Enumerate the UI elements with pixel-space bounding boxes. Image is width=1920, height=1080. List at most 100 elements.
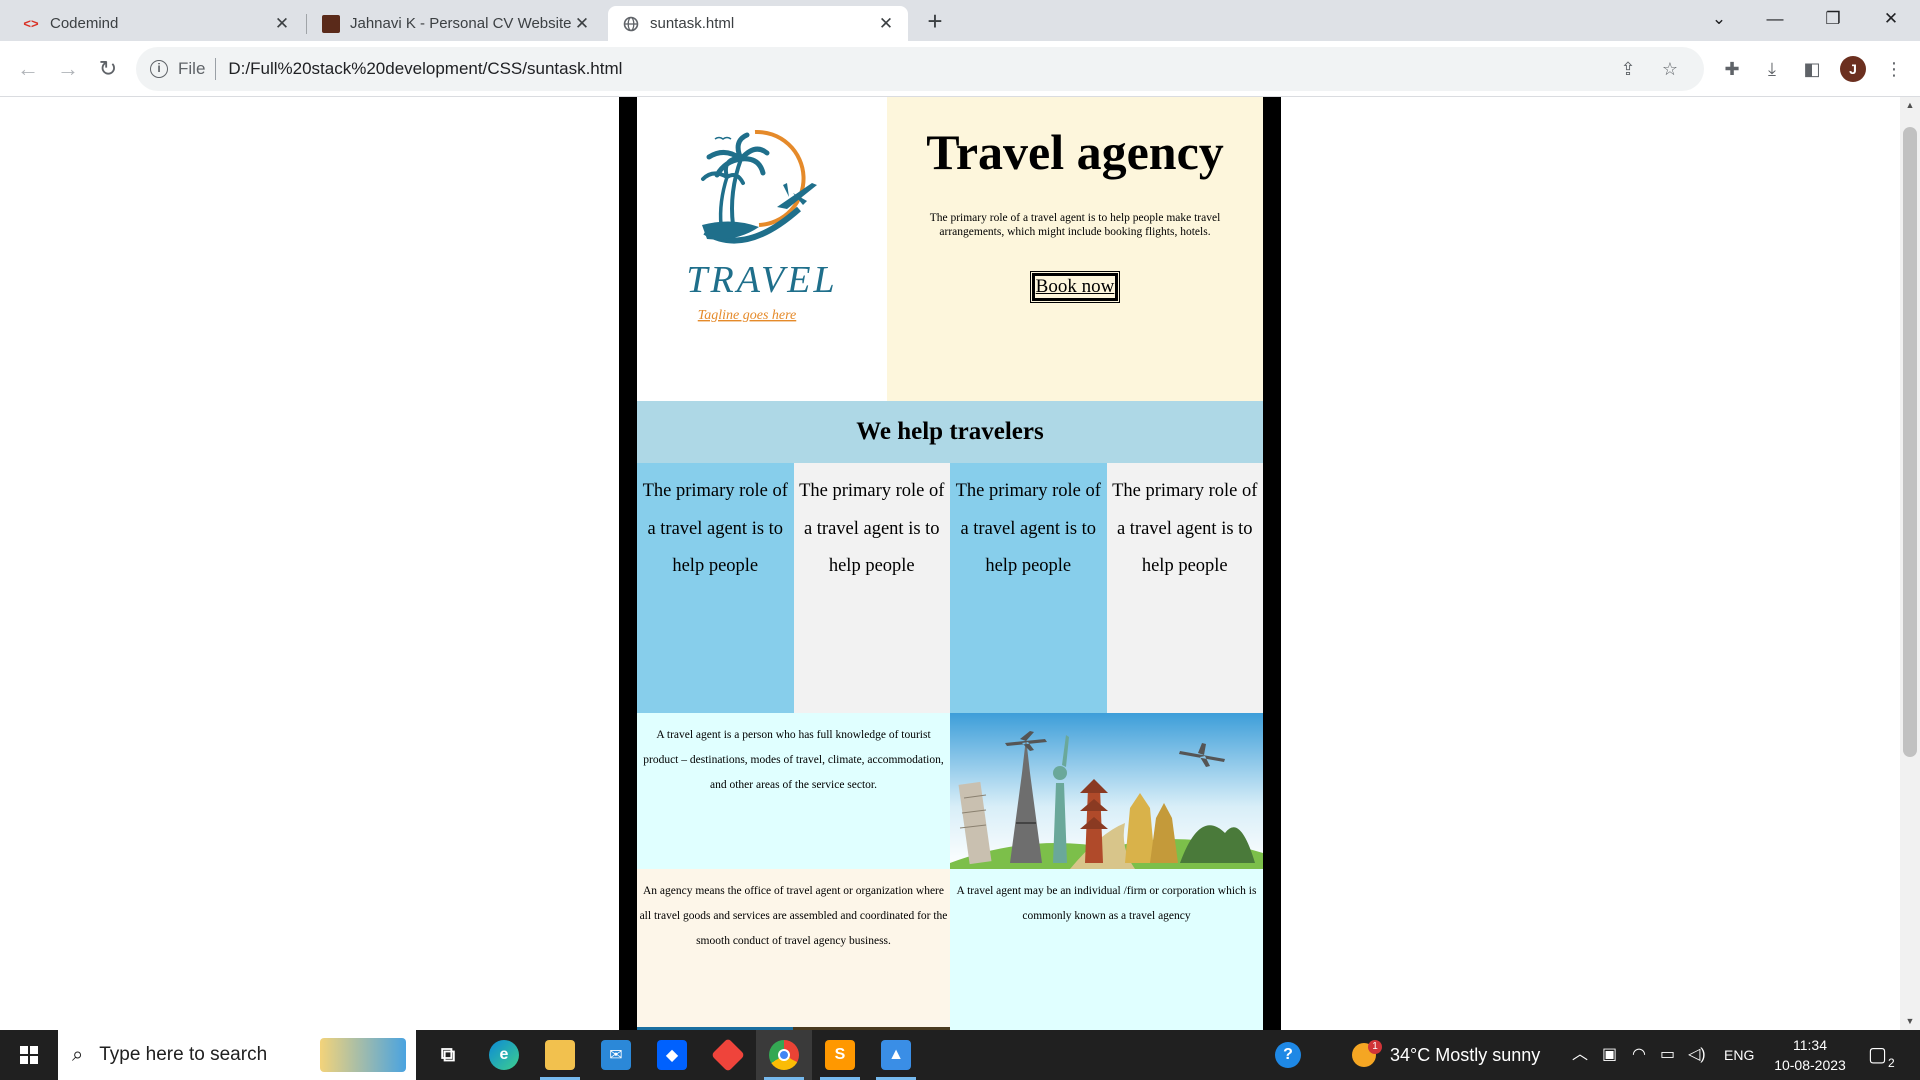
clock-time: 11:34 <box>1793 1037 1827 1053</box>
side-panel-icon[interactable]: ◧ <box>1798 55 1826 83</box>
info-individual-firm: A travel agent may be an individual /fir… <box>950 869 1263 1027</box>
taskbar-dropbox[interactable]: ◆ <box>644 1030 700 1080</box>
battery-icon[interactable]: ▭ <box>1660 1030 1675 1080</box>
url-text[interactable]: D:/Full%20stack%20development/CSS/suntas… <box>228 59 622 79</box>
bookmark-star-icon[interactable]: ☆ <box>1658 57 1682 81</box>
portfolio-icon <box>322 14 340 33</box>
logo-section: TRAVEL Tagline goes here <box>637 97 887 401</box>
taskbar-sublime[interactable]: S <box>812 1030 868 1080</box>
share-icon[interactable]: ⇪ <box>1616 57 1640 81</box>
world-landmarks-image <box>950 713 1263 869</box>
info-travel-agent: A travel agent is a person who has full … <box>637 713 950 869</box>
tab-separator <box>306 14 307 34</box>
globe-icon <box>622 15 640 33</box>
browser-tab-bar: <> Codemind ✕ Jahnavi K - Personal CV We… <box>0 0 1920 41</box>
taskbar-edge[interactable]: e <box>476 1030 532 1080</box>
edge-icon: e <box>489 1040 519 1070</box>
address-bar[interactable]: i File D:/Full%20stack%20development/CSS… <box>136 47 1704 91</box>
start-button[interactable] <box>0 1030 58 1080</box>
taskbar-search-box[interactable]: ⌕ Type here to search <box>58 1030 416 1080</box>
minimize-button[interactable]: — <box>1752 0 1798 38</box>
menu-kebab-icon[interactable]: ⋮ <box>1880 55 1908 83</box>
search-placeholder: Type here to search <box>99 1044 268 1065</box>
taskbar-clock[interactable]: 11:34 10-08-2023 <box>1768 1035 1852 1075</box>
help-heading: We help travelers <box>637 401 1263 463</box>
chrome-icon <box>769 1040 799 1070</box>
weather-badge: 1 <box>1368 1040 1382 1054</box>
windows-logo-icon <box>20 1046 38 1064</box>
profile-avatar[interactable]: J <box>1840 56 1866 82</box>
tab-jahnavi-cv[interactable]: Jahnavi K - Personal CV Website ✕ <box>308 6 604 41</box>
tab-title: Jahnavi K - Personal CV Website <box>350 15 572 32</box>
page-frame: TRAVEL Tagline goes here Travel agency T… <box>619 97 1281 1030</box>
tab-codemind[interactable]: <> Codemind ✕ <box>8 6 304 41</box>
tab-title: Codemind <box>50 15 119 32</box>
help-icon: ? <box>1275 1042 1301 1068</box>
search-highlight-icon <box>320 1038 406 1072</box>
taskbar-file-explorer[interactable] <box>532 1030 588 1080</box>
tab-search-icon[interactable]: ⌄ <box>1696 0 1742 38</box>
taskbar-help[interactable]: ? <box>1260 1030 1316 1080</box>
hero-description: The primary role of a travel agent is to… <box>929 212 1221 238</box>
palm-logo-icon: TRAVEL Tagline goes here <box>686 129 837 323</box>
wifi-icon[interactable]: ◠ <box>1632 1030 1646 1080</box>
scroll-down-icon[interactable]: ▼ <box>1900 1013 1920 1030</box>
help-column-3: The primary role of a travel agent is to… <box>950 463 1107 713</box>
weather-widget-icon[interactable]: 1 <box>1344 1030 1384 1080</box>
taskbar-photos[interactable]: ▲ <box>868 1030 924 1080</box>
dropbox-icon: ◆ <box>657 1040 687 1070</box>
close-tab-icon[interactable]: ✕ <box>876 14 896 34</box>
clock-date: 10-08-2023 <box>1774 1057 1846 1073</box>
extensions-icon[interactable]: ✚ <box>1718 55 1746 83</box>
codemind-icon: <> <box>23 16 39 31</box>
page-viewport: TRAVEL Tagline goes here Travel agency T… <box>0 97 1900 1030</box>
folder-icon <box>545 1040 575 1070</box>
download-icon[interactable]: ⤓ <box>1758 55 1786 83</box>
task-view-button[interactable]: ⧉ <box>420 1030 476 1080</box>
reload-button[interactable]: ↻ <box>92 53 124 85</box>
scroll-up-icon[interactable]: ▲ <box>1900 97 1920 114</box>
mail-icon: ✉ <box>601 1040 631 1070</box>
help-column-2: The primary role of a travel agent is to… <box>793 463 950 713</box>
photos-icon: ▲ <box>881 1040 911 1070</box>
logo-wordmark: TRAVEL <box>686 259 837 301</box>
browser-toolbar: ← → ↻ i File D:/Full%20stack%20developme… <box>0 41 1920 97</box>
notification-center-icon[interactable]: ▢ <box>1868 1030 1887 1080</box>
notification-count: 2 <box>1888 1056 1895 1070</box>
show-hidden-icons[interactable]: ︿ <box>1572 1030 1588 1080</box>
close-tab-icon[interactable]: ✕ <box>272 14 292 34</box>
sublime-icon: S <box>825 1040 855 1070</box>
tab-title: suntask.html <box>650 15 735 32</box>
scheme-label: File <box>178 59 206 78</box>
scroll-thumb[interactable] <box>1903 127 1917 757</box>
tab-suntask[interactable]: suntask.html ✕ <box>608 6 908 41</box>
help-column-1: The primary role of a travel agent is to… <box>637 463 794 713</box>
volume-icon[interactable]: ◁) <box>1688 1030 1706 1080</box>
new-tab-button[interactable]: + <box>921 8 949 36</box>
book-now-button[interactable]: Book now <box>1029 271 1121 303</box>
taskbar-anydesk[interactable] <box>700 1030 756 1080</box>
forward-button[interactable]: → <box>52 53 84 85</box>
site-info-icon[interactable]: i <box>150 60 168 78</box>
address-divider <box>215 58 217 80</box>
page-scrollbar[interactable]: ▲ ▼ <box>1900 97 1920 1030</box>
back-button[interactable]: ← <box>12 53 44 85</box>
restore-button[interactable]: ❐ <box>1810 0 1856 38</box>
anydesk-icon <box>711 1038 745 1072</box>
windows-taskbar: ⌕ Type here to search ⧉ e ✉ ◆ S ▲ ? 1 34… <box>0 1030 1920 1080</box>
meet-now-icon[interactable]: ▣ <box>1602 1030 1617 1080</box>
logo-tagline: Tagline goes here <box>698 308 797 323</box>
taskbar-chrome[interactable] <box>756 1030 812 1080</box>
close-tab-icon[interactable]: ✕ <box>572 14 592 34</box>
hero-section: Travel agency The primary role of a trav… <box>887 97 1263 401</box>
page-content: TRAVEL Tagline goes here Travel agency T… <box>637 97 1263 1030</box>
help-column-4: The primary role of a travel agent is to… <box>1106 463 1263 713</box>
weather-text[interactable]: 34°C Mostly sunny <box>1390 1030 1540 1080</box>
task-view-icon: ⧉ <box>440 1043 456 1066</box>
taskbar-mail[interactable]: ✉ <box>588 1030 644 1080</box>
search-icon: ⌕ <box>72 1043 84 1066</box>
close-window-button[interactable]: ✕ <box>1868 0 1914 38</box>
page-title: Travel agency <box>926 124 1224 180</box>
language-indicator[interactable]: ENG <box>1724 1030 1754 1080</box>
info-agency: An agency means the office of travel age… <box>637 869 950 1027</box>
